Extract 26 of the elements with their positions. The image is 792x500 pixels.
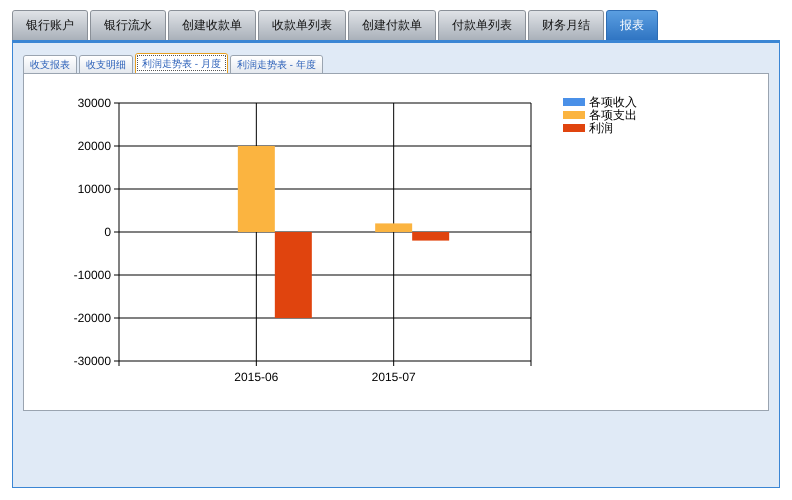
axis-label: 0 [104,225,111,239]
report-tab[interactable]: 利润走势表 - 年度 [230,55,323,73]
legend-label: 利润 [589,121,613,135]
report-tab[interactable]: 收支报表 [23,55,77,73]
tab[interactable]: 银行账户 [12,10,88,40]
axis-label: 20000 [78,139,111,153]
report-tab[interactable]: 利润走势表 - 月度 [135,53,228,73]
legend-label: 各项收入 [589,95,637,109]
tab[interactable]: 银行流水 [90,10,166,40]
axis-label: -30000 [74,354,111,368]
axis-label: -10000 [74,268,111,282]
legend-label: 各项支出 [589,108,637,122]
axis-label: -20000 [74,311,111,325]
tab[interactable]: 创建收款单 [168,10,256,40]
bar [375,223,412,232]
tab[interactable]: 报表 [606,10,658,40]
axis-label: 10000 [78,182,111,196]
bar [412,232,450,241]
tab[interactable]: 收款单列表 [258,10,346,40]
tab[interactable]: 财务月结 [528,10,604,40]
report-tab[interactable]: 收支明细 [79,55,133,73]
tab[interactable]: 付款单列表 [438,10,526,40]
axis-label: 2015-06 [234,370,278,384]
axis-label: 2015-07 [372,370,416,384]
tab[interactable]: 创建付款单 [348,10,436,40]
axis-label: 30000 [78,96,111,110]
